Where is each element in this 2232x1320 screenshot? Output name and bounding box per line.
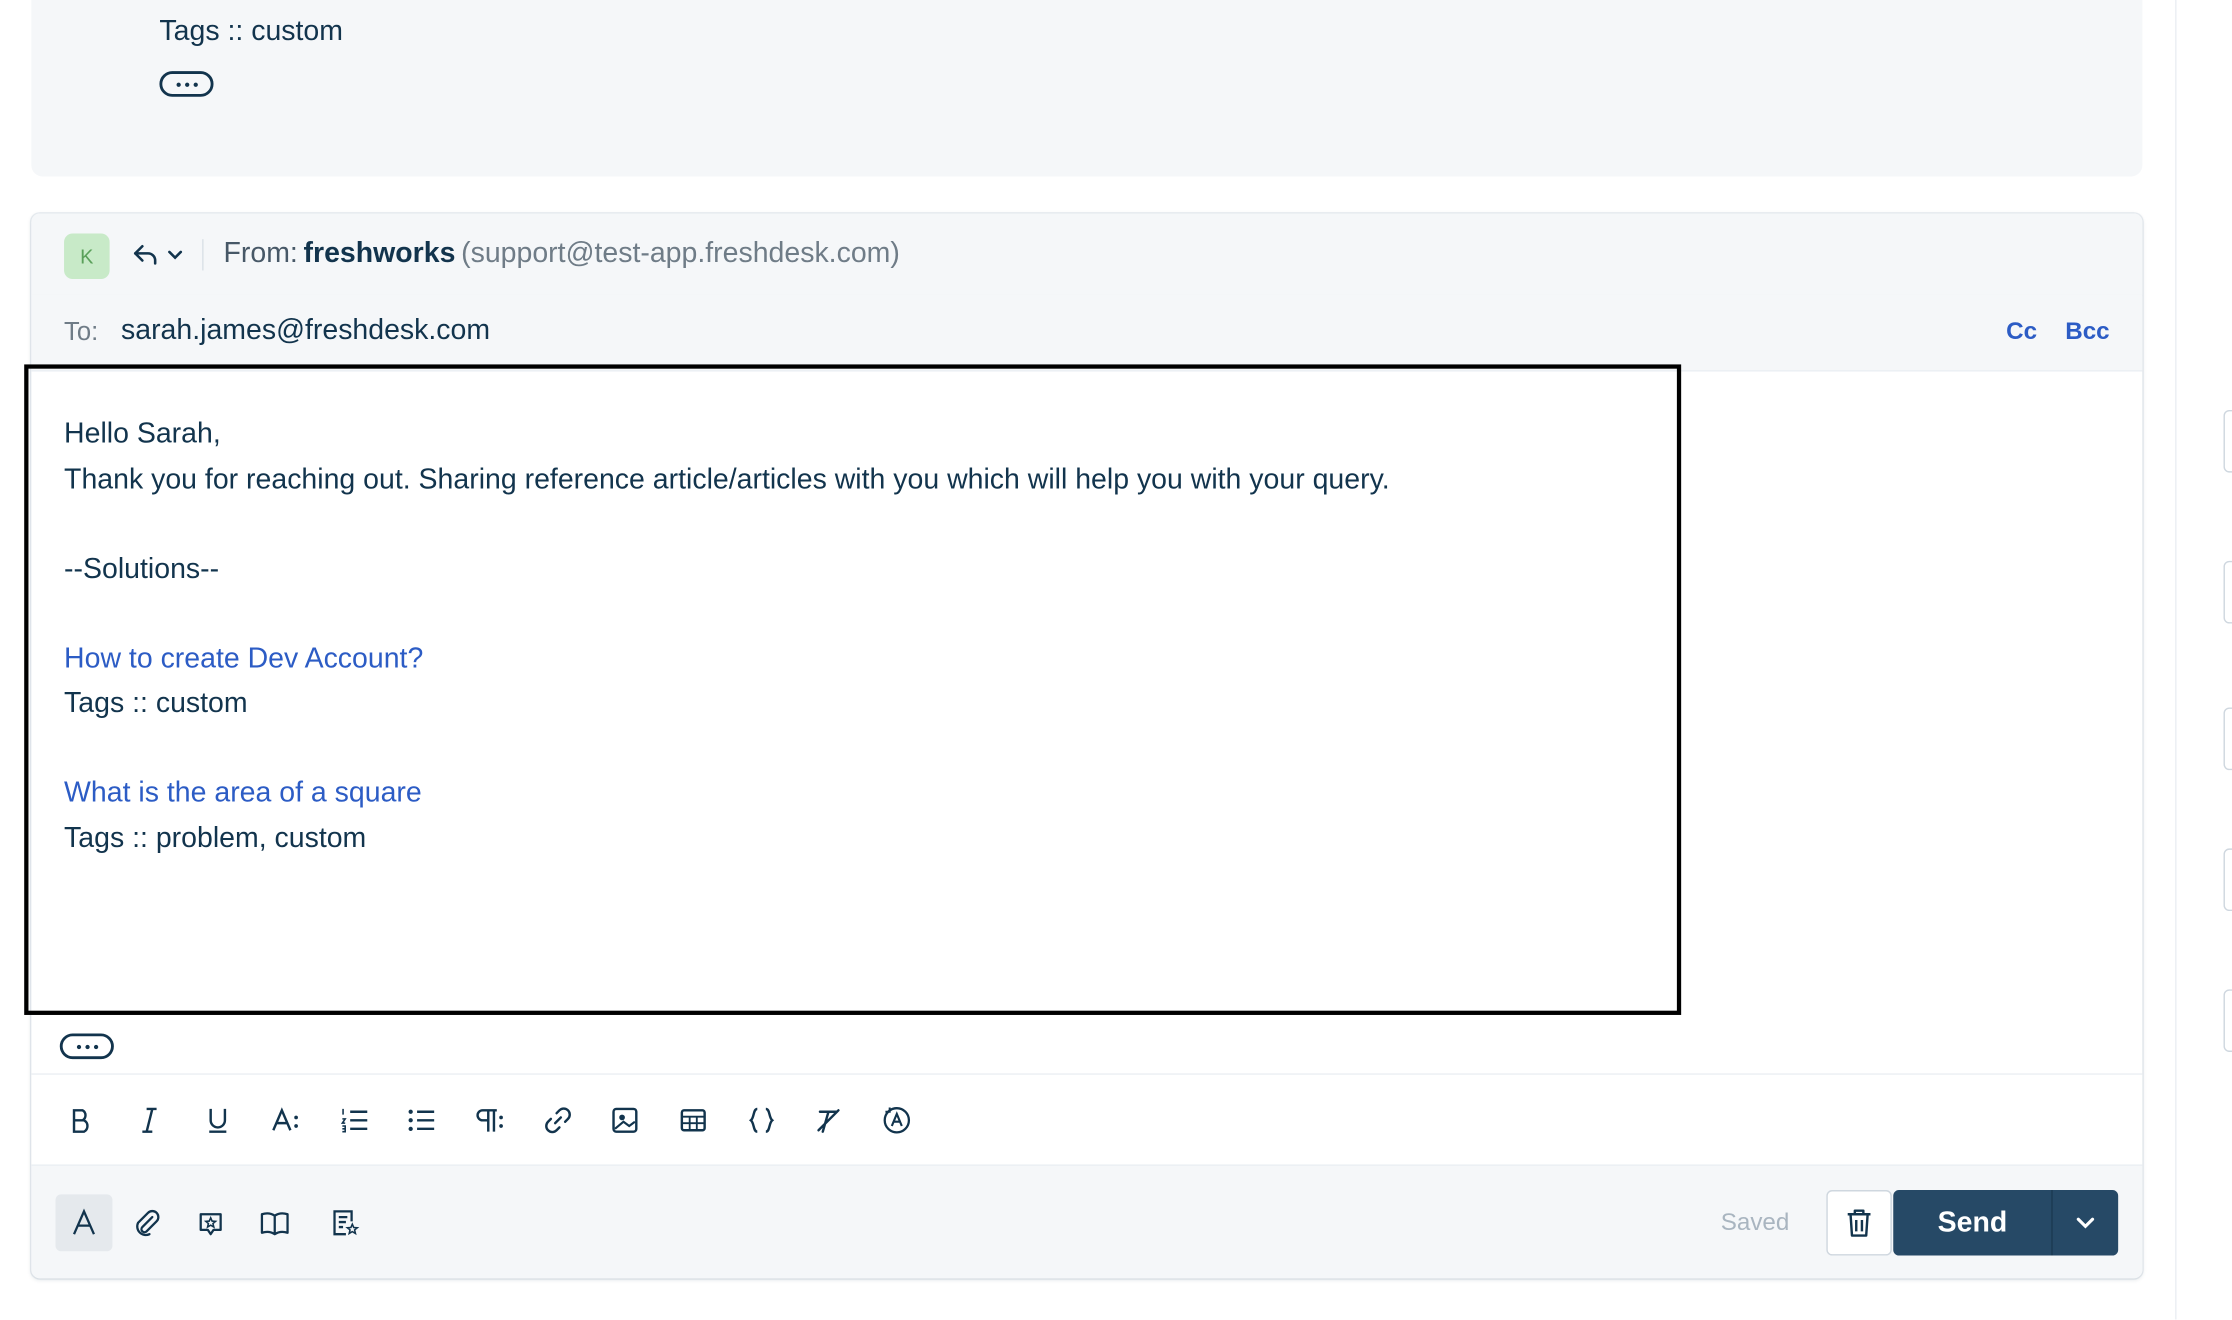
text-format-icon[interactable] [55, 1194, 113, 1252]
previous-message-tags: Tags :: custom [159, 15, 343, 47]
reply-icon[interactable] [131, 241, 159, 269]
avatar: K [64, 233, 110, 280]
discard-draft-button[interactable] [1826, 1190, 1892, 1256]
sidebar-field[interactable] [2223, 707, 2232, 771]
chevron-down-icon [2076, 1217, 2095, 1229]
to-label: To: [64, 317, 99, 346]
formatting-toolbar [31, 1073, 2143, 1166]
send-options-button[interactable] [2053, 1190, 2118, 1255]
table-icon[interactable] [676, 1103, 710, 1137]
body-greeting: Hello Sarah, [64, 418, 221, 450]
bcc-button[interactable]: Bcc [2065, 317, 2109, 345]
from-field[interactable]: From: freshworks (support@test-app.freshde… [223, 238, 899, 271]
email-body-editor[interactable]: Hello Sarah, Thank you for reaching out.… [64, 413, 1390, 861]
from-name: freshworks [303, 237, 456, 270]
image-icon[interactable] [608, 1103, 642, 1137]
show-trimmed-content-button[interactable] [59, 1033, 114, 1060]
reply-editor: K From: freshworks (support@test-app.fresh… [31, 213, 2143, 1279]
article-link-1[interactable]: How to create Dev Account? [64, 637, 1390, 682]
trash-icon [1847, 1209, 1871, 1237]
article-link-2[interactable]: What is the area of a square [64, 772, 1390, 817]
sidebar-field[interactable] [2223, 560, 2232, 624]
from-row: K From: freshworks (support@test-app.fresh… [31, 213, 2143, 297]
underline-icon[interactable] [201, 1103, 235, 1137]
code-icon[interactable] [744, 1103, 778, 1137]
bold-icon[interactable] [64, 1103, 98, 1137]
to-row: To: sarah.james@freshdesk.com Cc Bcc [31, 294, 2143, 372]
from-label: From: [223, 237, 298, 270]
chevron-down-icon[interactable] [167, 248, 184, 262]
divider [202, 239, 204, 271]
sidebar-field[interactable] [2223, 848, 2232, 912]
reply-footer: Saved Send [31, 1164, 2143, 1279]
article-tags-2: Tags :: problem, custom [64, 822, 367, 854]
cc-button[interactable]: Cc [2006, 317, 2037, 345]
solution-article-icon[interactable] [246, 1194, 303, 1251]
survey-icon[interactable] [316, 1194, 373, 1251]
ticket-properties-sidebar [2175, 0, 2232, 1320]
spell-check-icon[interactable] [880, 1103, 914, 1137]
solutions-header: --Solutions-- [64, 553, 220, 585]
article-tags-1: Tags :: custom [64, 687, 248, 719]
bulleted-list-icon[interactable] [404, 1103, 438, 1137]
sidebar-field[interactable] [2223, 989, 2232, 1052]
to-recipient[interactable]: sarah.james@freshdesk.com [121, 315, 490, 348]
paragraph-format-icon[interactable] [473, 1103, 507, 1137]
from-email: (support@test-app.freshdesk.com) [461, 237, 900, 270]
attachment-icon[interactable] [118, 1194, 175, 1251]
previous-message-card: Tags :: custom [31, 0, 2143, 177]
canned-response-icon[interactable] [182, 1194, 239, 1251]
show-quoted-text-button[interactable] [159, 71, 214, 97]
numbered-list-icon[interactable] [337, 1103, 371, 1137]
body-intro: Thank you for reaching out. Sharing refe… [64, 463, 1390, 495]
link-icon[interactable] [541, 1103, 575, 1137]
sidebar-field[interactable] [2223, 409, 2232, 473]
clear-formatting-icon[interactable] [811, 1103, 845, 1137]
italic-icon[interactable] [132, 1103, 166, 1137]
send-label[interactable]: Send [1893, 1190, 2054, 1256]
draft-saved-status: Saved [1720, 1208, 1790, 1236]
send-button[interactable]: Send [1893, 1190, 2119, 1256]
font-size-icon[interactable] [269, 1103, 303, 1137]
